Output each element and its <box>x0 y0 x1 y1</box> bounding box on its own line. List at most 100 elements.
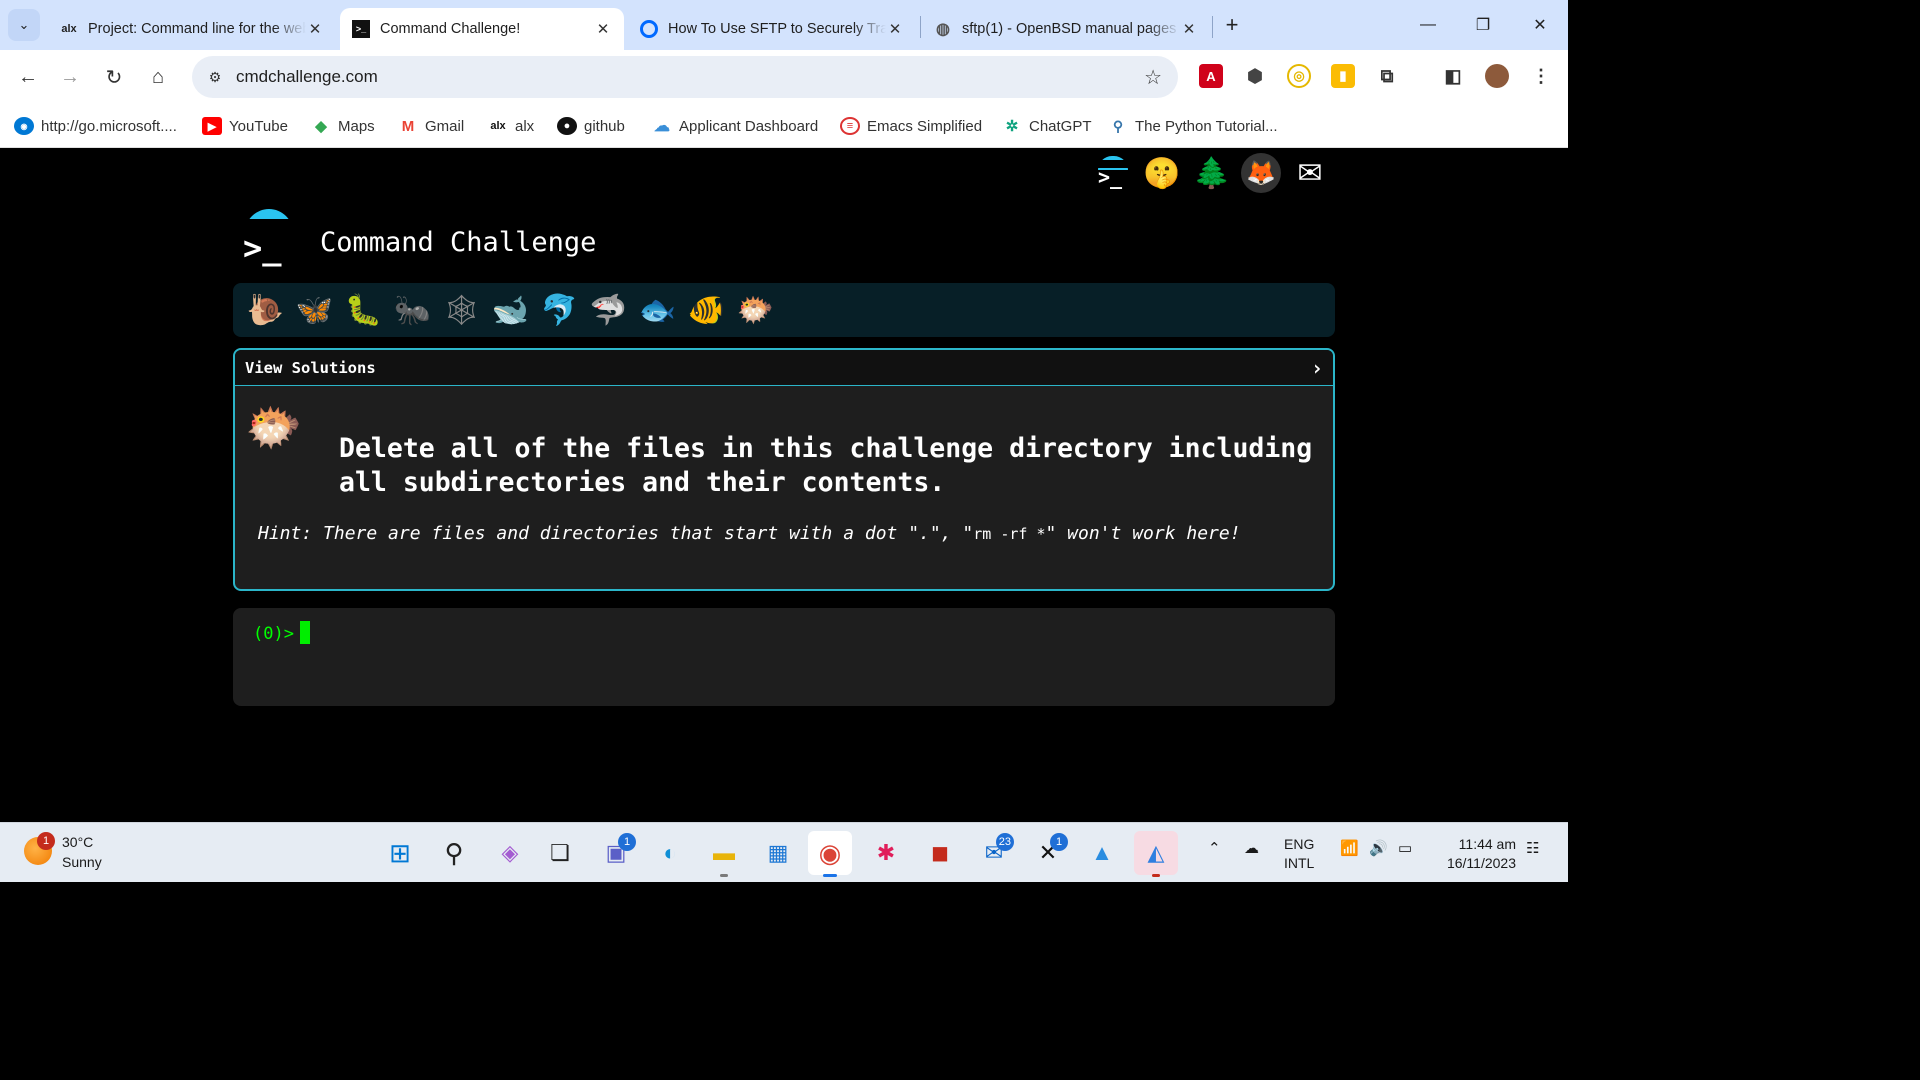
file-explorer-icon[interactable]: ▬ <box>702 831 746 877</box>
microsoft-store-icon[interactable]: ▦ <box>756 831 800 875</box>
start-windows-icon[interactable]: ⊞ <box>378 831 422 875</box>
x-twitter-icon[interactable]: ✕ 1 <box>1026 831 1070 875</box>
side-panel-icon[interactable]: ◧ <box>1441 64 1465 88</box>
hint-code: rm -rf * <box>973 525 1046 543</box>
new-tab-button[interactable]: + <box>1216 10 1248 40</box>
weather-temperature[interactable]: 30°C <box>62 834 93 850</box>
tab-search-button[interactable]: ⌄ <box>8 9 40 41</box>
caterpillar-icon[interactable]: 🐛 <box>339 288 388 332</box>
tab-strip: ⌄ alx Project: Command line for the web … <box>0 0 1568 50</box>
cmdchallenge-terminal-icon[interactable]: >_ <box>1090 153 1130 193</box>
minimize-button[interactable]: — <box>1408 10 1448 40</box>
mail-icon[interactable]: ✉ <box>1290 153 1330 193</box>
gear-extension-icon[interactable]: ⬢ <box>1243 64 1267 88</box>
volume-icon[interactable]: 🔊 <box>1369 839 1388 857</box>
battery-icon[interactable]: ▭ <box>1398 839 1412 857</box>
globe-favicon-icon: ◍ <box>936 21 950 38</box>
cloud-icon: ☁ <box>654 118 670 135</box>
language-indicator[interactable]: ENG INTL <box>1284 835 1314 873</box>
teams-chat-icon[interactable]: ▣ 1 <box>594 831 638 875</box>
bookmark-maps[interactable]: ◆ Maps <box>311 114 374 138</box>
tab-alx-project[interactable]: alx Project: Command line for the web ✕ <box>48 8 336 50</box>
reload-button[interactable]: ↻ <box>98 61 130 93</box>
close-tab-icon[interactable]: ✕ <box>886 20 904 38</box>
python-icon: ⚲ <box>1112 117 1124 134</box>
maps-icon: ◆ <box>315 118 327 135</box>
chevron-right-icon[interactable]: › <box>1311 356 1323 380</box>
forward-button[interactable]: → <box>54 61 86 93</box>
search-icon[interactable]: ⚲ <box>432 831 476 875</box>
wifi-icon[interactable]: 📶 <box>1340 839 1359 857</box>
level-icons-bar: 🐌 🦋 🐛 🐜 🕸 🐋 🐬 🦈 🐟 🐠 🐡 <box>233 283 1335 337</box>
bookmark-applicant-dashboard[interactable]: ☁ Applicant Dashboard <box>652 114 818 138</box>
back-button[interactable]: ← <box>12 61 44 93</box>
gmail-icon: M <box>401 117 415 135</box>
notifications-icon[interactable]: ☷ <box>1526 839 1539 857</box>
copilot-preview-icon[interactable]: ◈ <box>488 831 532 875</box>
close-window-button[interactable]: ✕ <box>1520 10 1560 40</box>
bookmark-alx[interactable]: alx alx <box>488 114 534 138</box>
extensions-puzzle-icon[interactable]: ⧉ <box>1375 64 1399 88</box>
coin-extension-icon[interactable]: ◎ <box>1287 64 1311 88</box>
snail-icon[interactable]: 🐌 <box>241 288 290 332</box>
close-tab-icon[interactable]: ✕ <box>1180 20 1198 38</box>
photos-icon[interactable]: ▲ <box>1080 831 1124 875</box>
console-cursor[interactable] <box>300 621 310 644</box>
keep-extension-icon[interactable]: ▮ <box>1331 64 1355 88</box>
tree-icon[interactable]: 🌲 <box>1192 153 1232 193</box>
site-info-icon[interactable]: ⚙ <box>202 69 228 86</box>
bookmark-github[interactable]: ● github <box>557 114 625 138</box>
bookmark-star-icon[interactable]: ☆ <box>1144 65 1162 90</box>
fish-icon[interactable]: 🐟 <box>633 288 682 332</box>
chevron-up-icon[interactable]: ⌃ <box>1208 839 1221 857</box>
tab-sftp-manual[interactable]: ◍ sftp(1) - OpenBSD manual pages ✕ <box>922 8 1210 50</box>
dolphin-icon[interactable]: 🐬 <box>535 288 584 332</box>
site-logo: >_ <box>243 209 295 267</box>
tab-title: sftp(1) - OpenBSD manual pages <box>962 21 1177 37</box>
bookmark-gmail[interactable]: M Gmail <box>398 114 464 138</box>
tab-command-challenge[interactable]: >_ Command Challenge! ✕ <box>340 8 624 50</box>
bookmark-chatgpt[interactable]: ✲ ChatGPT <box>1002 114 1092 138</box>
shield-icon: ≡ <box>840 117 860 135</box>
home-button[interactable]: ⌂ <box>142 61 174 93</box>
weather-condition[interactable]: Sunny <box>62 854 102 870</box>
slack-icon[interactable]: ✱ <box>864 831 908 875</box>
spider-web-icon[interactable]: 🕸 <box>437 288 486 332</box>
blowfish-icon: 🐡 <box>245 401 303 453</box>
clock[interactable]: 11:44 am 16/11/2023 <box>1438 835 1516 873</box>
shark-icon[interactable]: 🦈 <box>584 288 633 332</box>
bookmark-youtube[interactable]: ▶ YouTube <box>202 114 288 138</box>
youtube-icon: ▶ <box>202 117 222 135</box>
view-solutions-label: View Solutions <box>245 358 376 377</box>
acrobat-extension-icon[interactable]: A <box>1199 64 1223 88</box>
butterfly-icon[interactable]: 🦋 <box>290 288 339 332</box>
profile-avatar[interactable] <box>1485 64 1509 88</box>
whale-icon[interactable]: 🐋 <box>486 288 535 332</box>
tropical-fish-icon[interactable]: 🐠 <box>682 288 731 332</box>
ant-icon[interactable]: 🐜 <box>388 288 437 332</box>
chatgpt-icon: ✲ <box>1005 118 1019 135</box>
bookmark-emacs[interactable]: ≡ Emacs Simplified <box>840 114 982 138</box>
edge-icon[interactable]: ◐ <box>648 831 692 875</box>
blowfish-icon[interactable]: 🐡 <box>731 288 780 332</box>
outlook-icon[interactable]: ✉ 23 <box>972 831 1016 875</box>
view-solutions-toggle[interactable]: View Solutions › <box>235 350 1333 386</box>
close-tab-icon[interactable]: ✕ <box>594 20 612 38</box>
shushing-face-icon[interactable]: 🤫 <box>1142 153 1182 193</box>
url-text[interactable]: cmdchallenge.com <box>236 67 378 87</box>
onedrive-warning-icon[interactable]: ☁ <box>1244 839 1259 857</box>
task-view-icon[interactable]: ❏ <box>538 831 582 875</box>
office-icon[interactable]: ◼ <box>918 831 962 875</box>
bookmark-python-tutorial[interactable]: ⚲ The Python Tutorial... <box>1108 114 1278 138</box>
bookmark-microsoft[interactable]: ◉ http://go.microsoft.... <box>14 114 177 138</box>
address-bar[interactable]: ⚙ cmdchallenge.com ☆ <box>192 56 1178 98</box>
close-tab-icon[interactable]: ✕ <box>306 20 324 38</box>
tab-title: Project: Command line for the web <box>88 21 306 37</box>
chrome-icon[interactable]: ◉ <box>808 831 852 877</box>
app-icon[interactable]: ◭ <box>1134 831 1178 877</box>
terminal-console[interactable]: (0)> <box>233 608 1335 706</box>
menu-kebab-icon[interactable]: ⋮ <box>1529 64 1553 88</box>
restore-button[interactable]: ❐ <box>1463 10 1503 40</box>
tab-sftp-howto[interactable]: How To Use SFTP to Securely Transfer Fil… <box>628 8 916 50</box>
gitlab-icon[interactable]: 🦊 <box>1241 153 1281 193</box>
